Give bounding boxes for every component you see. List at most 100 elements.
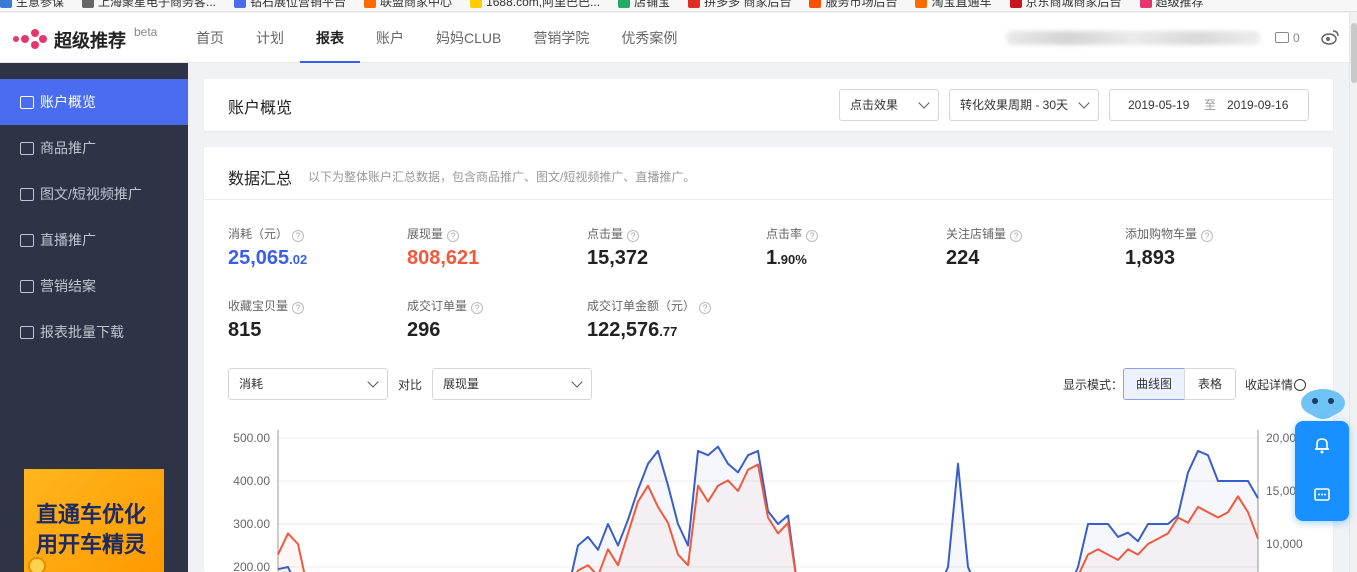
bookmark-item[interactable]: 京东商城商家后台	[1009, 0, 1122, 10]
y-right-tick: 10,000	[1266, 537, 1303, 551]
sidebar-item-label: 营销结案	[40, 278, 96, 294]
bookmark-item[interactable]: 联盟商家中心	[364, 0, 452, 10]
weibo-icon[interactable]	[1321, 29, 1339, 45]
summary-title: 数据汇总	[228, 171, 293, 188]
bookmark-icon	[234, 0, 247, 8]
sidebar-item-3[interactable]: 直播推广	[0, 217, 188, 263]
y-left-tick: 200.00	[233, 560, 270, 572]
display-mode-label: 显示模式：	[1063, 378, 1124, 392]
bookmark-icon	[470, 0, 483, 8]
main-nav: 首页 计划 报表 账户 妈妈CLUB 营销学院 优秀案例	[180, 13, 693, 63]
help-icon[interactable]: ?	[447, 230, 460, 242]
logo-icon	[13, 29, 47, 49]
date-from[interactable]: 2019-05-19	[1128, 90, 1189, 120]
summary-description: 以下为整体账户汇总数据，包含商品推广、图文/短视频推广、直播推广。	[308, 170, 696, 184]
bookmarks-bar: 生意参谋 上海聚星电子商务客... 钻石展位营销平台 联盟商家中心 1688.com,阿…	[0, 0, 1357, 12]
metric-1: 展现量? 808,621	[407, 225, 479, 270]
message-center[interactable]: 0	[1275, 31, 1300, 45]
date-range-picker[interactable]: 2019-05-19 至 2019-09-16	[1109, 89, 1309, 121]
sidebar-item-4[interactable]: 营销结案	[0, 263, 188, 309]
metric-value: 296	[407, 319, 441, 341]
metric-2: 点击量? 15,372	[587, 225, 648, 270]
help-icon[interactable]: ?	[806, 230, 819, 242]
bookmark-label: 联盟商家中心	[380, 0, 453, 9]
help-icon[interactable]: ?	[627, 230, 640, 242]
sidebar-item-0[interactable]: 账户概览	[0, 79, 188, 125]
y-left-tick: 500.00	[233, 431, 270, 445]
trend-chart[interactable]: 500.00400.00300.00200.0020,00015,00010,0…	[204, 420, 1333, 572]
nav-tab-6[interactable]: 优秀案例	[605, 13, 693, 63]
user-info-blurred[interactable]	[1006, 31, 1261, 45]
page-scrollbar[interactable]	[1349, 13, 1357, 572]
help-icon[interactable]: ?	[292, 302, 305, 314]
sidebar-item-label: 报表批量下载	[40, 324, 124, 340]
metric-label: 关注店铺量	[946, 227, 1007, 241]
metric-decimal: .77	[659, 324, 678, 339]
metric-5: 添加购物车量? 1,893	[1125, 225, 1214, 270]
bookmark-icon	[0, 0, 12, 8]
nav-tab-2[interactable]: 报表	[300, 13, 360, 63]
help-icon[interactable]: ?	[1010, 230, 1023, 242]
help-icon[interactable]: ?	[471, 302, 484, 314]
period-select-value: 转化效果周期 - 30天	[960, 98, 1069, 112]
sidebar-item-2[interactable]: 图文/短视频推广	[0, 171, 188, 217]
primary-metric-select[interactable]: 消耗	[228, 368, 388, 400]
mode-chart-button[interactable]: 曲线图	[1123, 368, 1185, 400]
sidebar-icon	[20, 142, 34, 155]
metric-label: 展现量	[407, 227, 444, 241]
bookmark-item[interactable]: 店铺宝	[618, 0, 670, 10]
nav-tab-3[interactable]: 账户	[360, 13, 420, 63]
bookmark-label: 服务市场后台	[825, 0, 898, 9]
bookmark-item[interactable]: 上海聚星电子商务客...	[82, 0, 216, 10]
bookmark-item[interactable]: 1688.com,阿里巴巴...	[470, 0, 600, 10]
effect-select[interactable]: 点击效果	[839, 89, 939, 121]
bookmark-icon	[809, 0, 822, 8]
nav-tab-0[interactable]: 首页	[180, 13, 240, 63]
date-to[interactable]: 2019-09-16	[1227, 90, 1288, 120]
period-select[interactable]: 转化效果周期 - 30天	[949, 89, 1099, 121]
bookmark-icon	[688, 0, 701, 8]
nav-tab-1[interactable]: 计划	[240, 13, 300, 63]
mode-table-button[interactable]: 表格	[1184, 368, 1236, 400]
nav-tab-5[interactable]: 营销学院	[517, 13, 605, 63]
sidebar-item-5[interactable]: 报表批量下载	[0, 309, 188, 355]
scrollbar-thumb[interactable]	[1351, 23, 1357, 83]
metric-label: 添加购物车量	[1125, 227, 1198, 241]
help-icon[interactable]: ?	[699, 302, 712, 314]
bookmark-item[interactable]: 淘宝直通车	[915, 0, 992, 10]
primary-metric-value: 消耗	[239, 377, 264, 391]
floating-tools	[1295, 421, 1349, 521]
sidebar-icon	[20, 188, 34, 201]
bookmark-item[interactable]: 钻石展位营销平台	[234, 0, 346, 10]
sidebar-item-1[interactable]: 商品推广	[0, 125, 188, 171]
divider	[204, 199, 1333, 200]
promo-banner[interactable]: 直通车优化 用开车精灵	[24, 469, 164, 572]
metric-value: 122,576	[587, 319, 660, 341]
y-left-tick: 300.00	[233, 517, 270, 531]
mascot-icon[interactable]	[1298, 383, 1348, 423]
help-icon[interactable]: ?	[292, 230, 305, 242]
bookmark-item[interactable]: 拼多多 商家后台	[688, 0, 791, 10]
compare-metric-select[interactable]: 展现量	[432, 368, 592, 400]
bookmark-label: 店铺宝	[634, 0, 671, 9]
metric-6: 收藏宝贝量? 815	[228, 297, 305, 342]
nav-tab-4[interactable]: 妈妈CLUB	[420, 13, 517, 63]
brand-name: 超级推荐	[54, 31, 126, 51]
collapse-label: 收起详情	[1245, 378, 1294, 392]
metric-label: 成交订单金额（元）	[587, 299, 696, 313]
chat-icon[interactable]	[1312, 485, 1332, 505]
top-navigation: 超级推荐 beta 首页 计划 报表 账户 妈妈CLUB 营销学院 优秀案例 0	[0, 13, 1357, 63]
metric-0: 消耗（元）? 25,065.02	[228, 225, 307, 270]
bookmark-label: 钻石展位营销平台	[250, 0, 347, 9]
beta-tag: beta	[134, 25, 158, 39]
bell-icon[interactable]	[1312, 435, 1332, 455]
coin-icon	[28, 557, 46, 572]
chevron-down-icon	[1078, 97, 1090, 109]
bookmark-item[interactable]: 生意参谋	[0, 0, 64, 10]
metric-7: 成交订单量? 296	[407, 297, 484, 342]
bookmark-item[interactable]: 超级推荐	[1139, 0, 1204, 10]
bookmark-icon	[82, 0, 95, 8]
bookmark-item[interactable]: 服务市场后台	[809, 0, 897, 10]
help-icon[interactable]: ?	[1201, 230, 1214, 242]
collapse-details-button[interactable]: 收起详情	[1245, 376, 1307, 393]
